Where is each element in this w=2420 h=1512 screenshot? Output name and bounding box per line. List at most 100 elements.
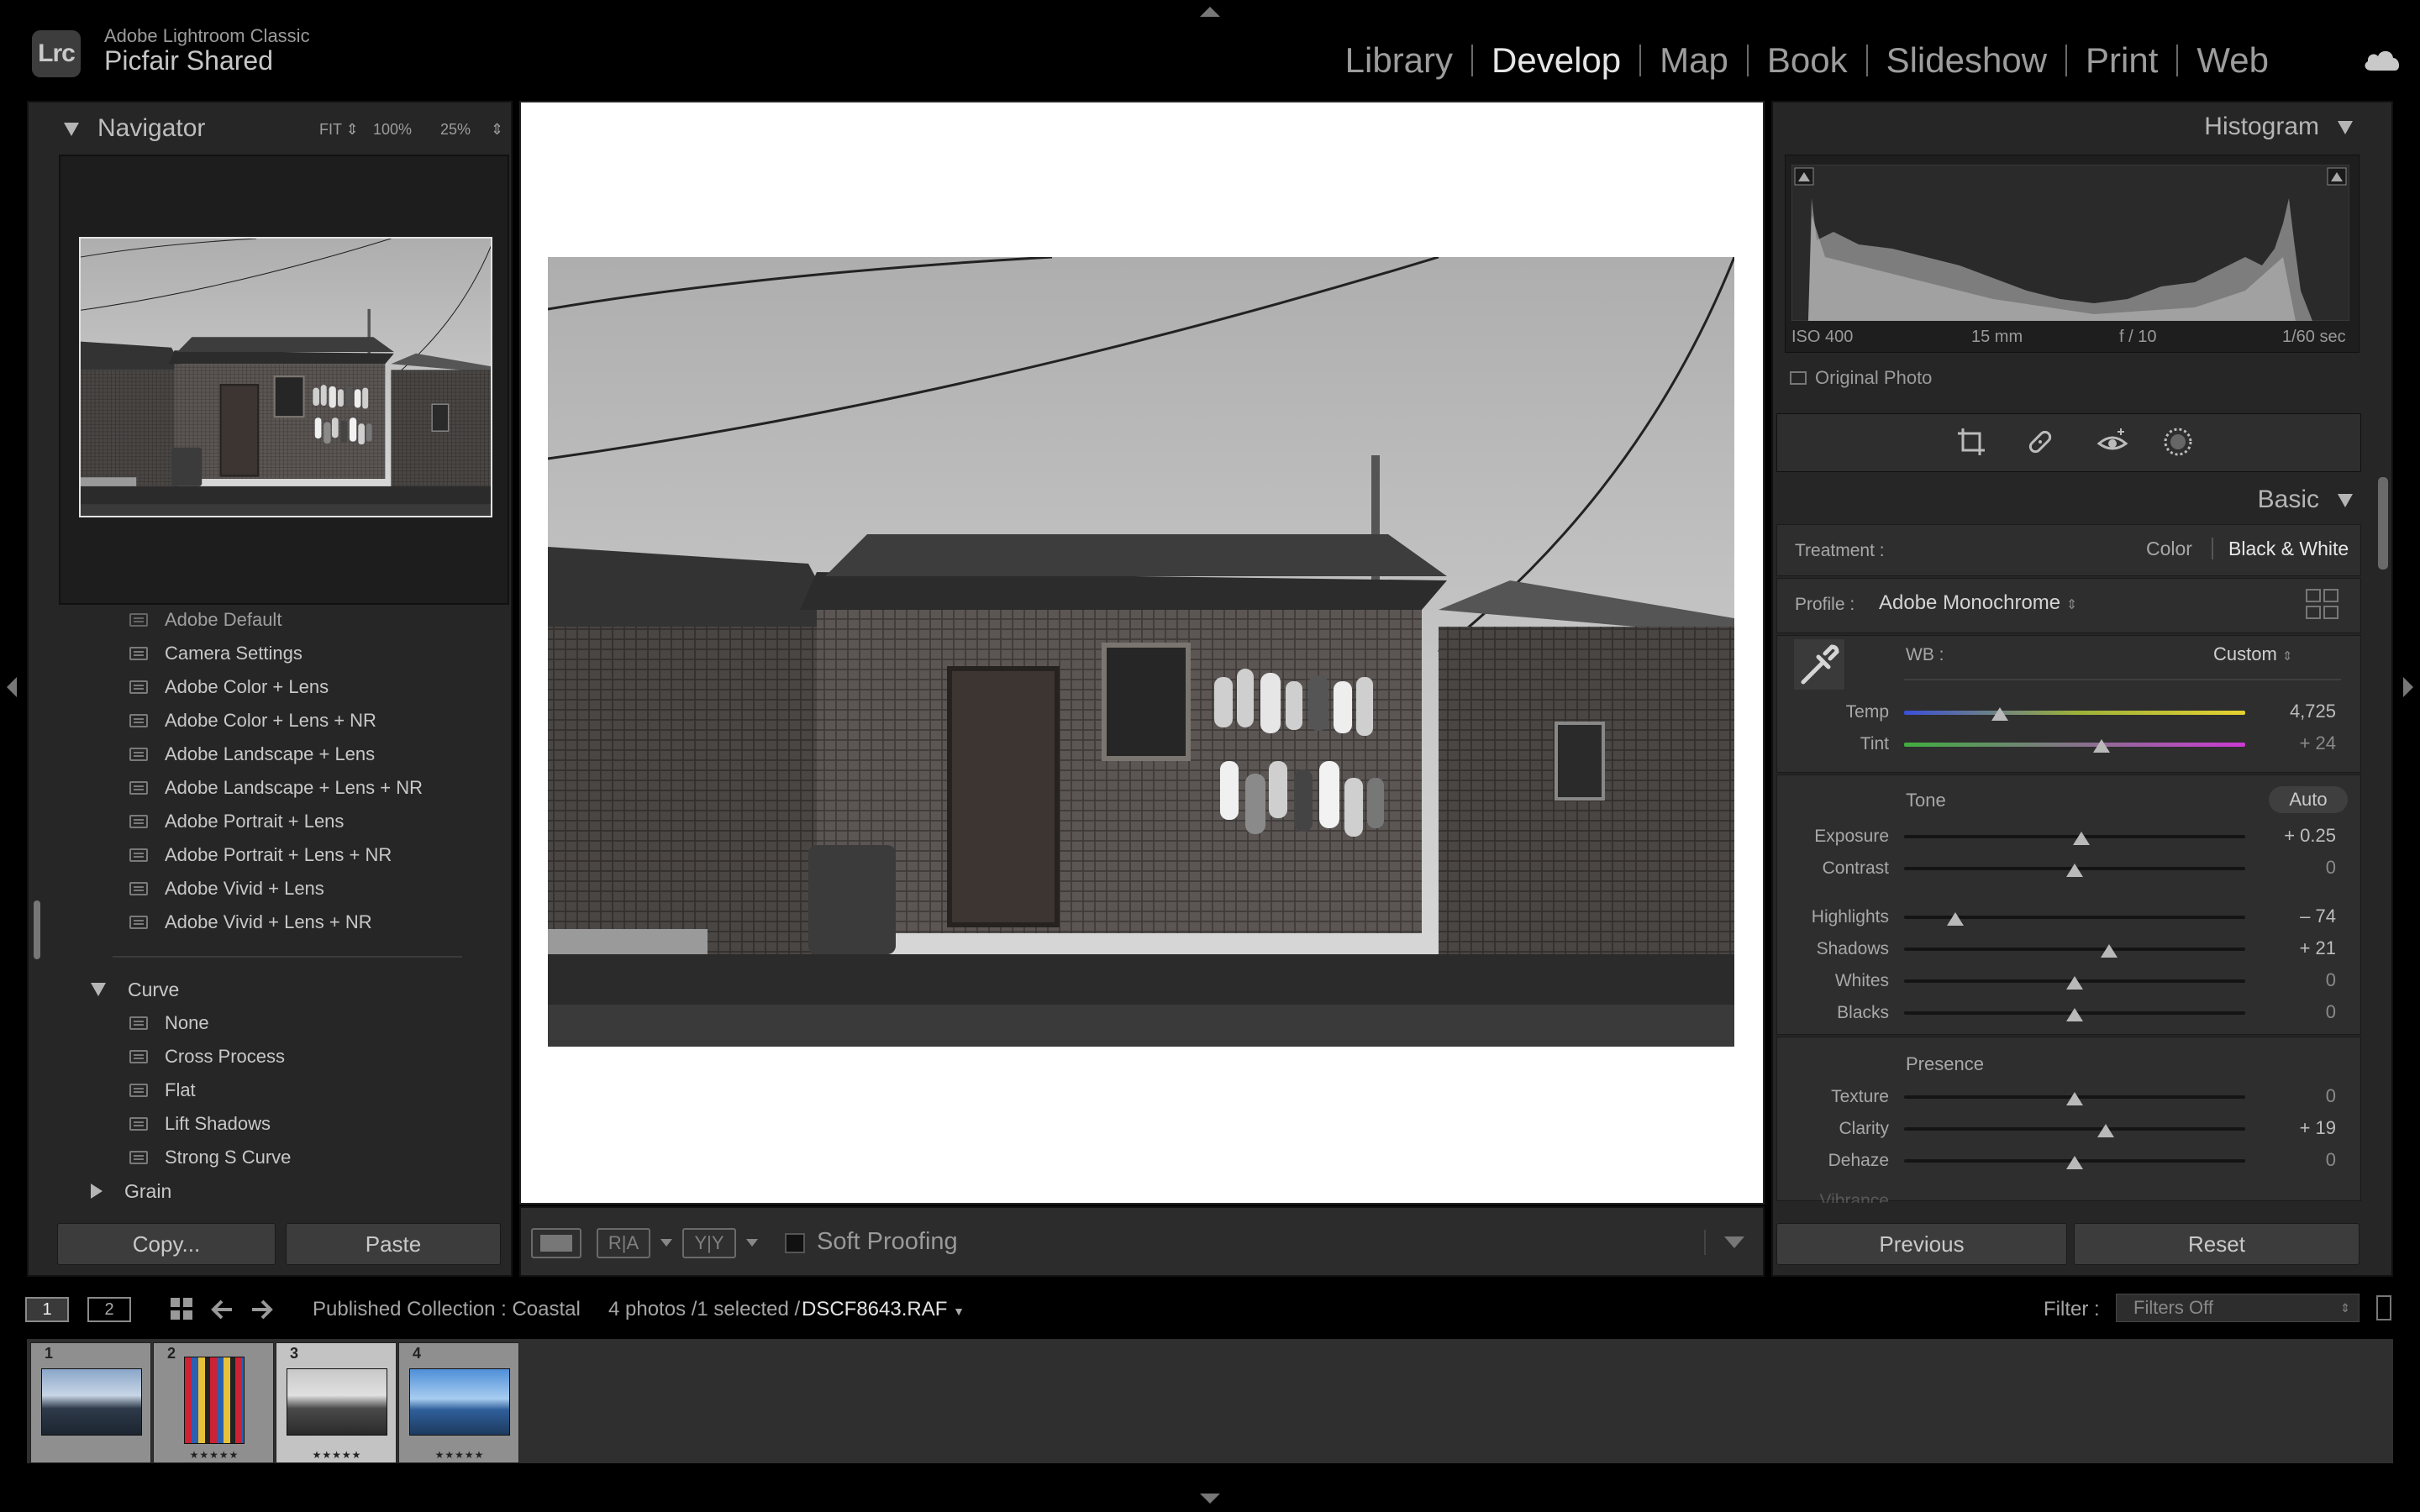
before-after-button[interactable]: R|A [597,1228,650,1258]
module-web[interactable]: Web [2196,40,2269,81]
primary-display-button[interactable]: 1 [25,1297,69,1322]
zoom-fit-option[interactable]: FIT ⇕ [319,121,359,139]
module-slideshow[interactable]: Slideshow [1886,40,2047,81]
reset-button[interactable]: Reset [2074,1223,2360,1265]
preset-item[interactable]: Strong S Curve [129,1141,291,1174]
dropdown-arrow-icon[interactable] [746,1239,758,1247]
filmstrip-rating-stars[interactable]: ★★★★★ [399,1449,520,1461]
filmstrip-cell[interactable]: 1 [30,1342,151,1463]
preset-item[interactable]: Adobe Default [129,603,281,637]
hide-left-panel-arrow-icon[interactable] [7,677,17,697]
dehaze-value[interactable]: 0 [2227,1149,2336,1171]
contrast-value[interactable]: 0 [2227,857,2336,879]
temp-slider-thumb[interactable] [1991,707,2008,721]
clarity-value[interactable]: + 19 [2227,1117,2336,1139]
filmstrip-thumbnail[interactable] [409,1368,510,1436]
highlights-value[interactable]: – 74 [2227,906,2336,927]
clarity-slider-track[interactable] [1904,1127,2245,1131]
loupe-view-button[interactable] [531,1228,581,1258]
blacks-value[interactable]: 0 [2227,1001,2336,1023]
tint-slider-thumb[interactable] [2093,739,2111,753]
tint-slider-track[interactable] [1904,743,2245,747]
swap-settings-button[interactable]: Y|Y [682,1228,736,1258]
filmstrip-rating-stars[interactable]: ★★★★★ [276,1449,397,1461]
treatment-bw-option[interactable]: Black & White [2228,538,2349,560]
next-photo-icon[interactable] [250,1299,274,1320]
dropdown-arrow-icon[interactable] [660,1239,672,1247]
shadows-slider-thumb[interactable] [2100,944,2118,958]
profile-browser-icon[interactable] [2306,588,2339,620]
red-eye-icon[interactable] [2096,425,2129,459]
preset-group-curve[interactable]: Curve [91,973,179,1006]
filmstrip-thumbnail[interactable] [184,1357,245,1444]
previous-photo-icon[interactable] [210,1299,234,1320]
clarity-slider-thumb[interactable] [2096,1124,2114,1137]
filmstrip-cell[interactable]: 3 ★★★★★ [276,1342,397,1463]
filter-dropdown[interactable]: Filters Off ⇕ [2116,1294,2360,1322]
exposure-value[interactable]: + 0.25 [2227,825,2336,847]
basic-panel-title[interactable]: Basic [2168,486,2319,514]
left-panel-scrollbar[interactable] [34,900,40,959]
collapse-triangle-icon[interactable] [64,123,79,136]
filmstrip-thumbnail[interactable] [287,1368,387,1436]
texture-value[interactable]: 0 [2227,1085,2336,1107]
whites-value[interactable]: 0 [2227,969,2336,991]
collection-path[interactable]: Published Collection : Coastal [313,1298,581,1321]
cloud-icon[interactable] [2361,45,2403,74]
secondary-display-button[interactable]: 2 [87,1297,131,1322]
collapse-triangle-icon[interactable] [2338,494,2353,507]
navigator-header[interactable]: Navigator FIT ⇕ 100% 25% ⇕ [29,102,511,155]
filter-lock-icon[interactable] [2376,1295,2391,1320]
module-book[interactable]: Book [1767,40,1848,81]
texture-slider-thumb[interactable] [2066,1092,2083,1105]
preset-item[interactable]: Adobe Portrait + Lens + NR [129,838,392,872]
exposure-slider-thumb[interactable] [2073,832,2091,845]
zoom-stepper-icon[interactable]: ⇕ [491,121,503,139]
preset-item[interactable]: Adobe Landscape + Lens + NR [129,771,423,805]
preset-item[interactable]: Cross Process [129,1040,285,1074]
toolbar-options-icon[interactable] [1724,1236,1744,1248]
whites-slider-thumb[interactable] [2066,976,2083,990]
treatment-color-option[interactable]: Color [2146,538,2192,560]
preset-item[interactable]: Adobe Color + Lens + NR [129,704,376,738]
dehaze-slider-thumb[interactable] [2066,1156,2083,1169]
navigator-thumbnail[interactable] [79,237,492,517]
wb-eyedropper-icon[interactable] [1793,638,1845,690]
preset-item[interactable]: Adobe Color + Lens [129,670,329,704]
hide-right-panel-arrow-icon[interactable] [2403,677,2413,697]
temp-slider-track[interactable] [1904,711,2245,715]
module-library[interactable]: Library [1345,40,1453,81]
crop-icon[interactable] [1954,425,1988,459]
temp-value[interactable]: 4,725 [2227,701,2336,722]
hide-top-panel-arrow-icon[interactable] [1200,7,1220,17]
navigator-preview[interactable] [59,155,509,605]
preset-item[interactable]: None [129,1006,209,1040]
collapse-triangle-icon[interactable] [2338,121,2353,134]
shadows-value[interactable]: + 21 [2227,937,2336,959]
soft-proofing-checkbox[interactable] [785,1233,805,1253]
previous-button[interactable]: Previous [1776,1223,2067,1265]
preset-group-grain[interactable]: Grain [91,1174,171,1208]
wb-dropdown[interactable]: Custom ⇕ [2213,643,2293,665]
right-panel-scrollbar[interactable] [2378,477,2388,570]
main-photo[interactable] [548,257,1734,1047]
original-photo-checkbox[interactable] [1790,371,1807,385]
preset-item[interactable]: Adobe Vivid + Lens + NR [129,906,372,939]
preset-item[interactable]: Adobe Portrait + Lens [129,805,344,838]
tint-value[interactable]: + 24 [2227,732,2336,754]
histogram-graph[interactable] [1791,165,2349,321]
filmstrip-thumbnail[interactable] [41,1368,142,1436]
paste-button[interactable]: Paste [286,1223,501,1265]
shadows-slider-track[interactable] [1904,948,2245,951]
contrast-slider-thumb[interactable] [2066,864,2083,877]
preset-item[interactable]: Adobe Landscape + Lens [129,738,375,771]
module-develop[interactable]: Develop [1491,40,1621,81]
zoom-25-option[interactable]: 25% [440,121,471,139]
auto-tone-button[interactable]: Auto [2269,786,2348,813]
highlights-slider-thumb[interactable] [1946,912,1964,926]
filmstrip-cell[interactable]: 2 ★★★★★ [153,1342,274,1463]
hide-filmstrip-arrow-icon[interactable] [1200,1494,1220,1504]
preset-item[interactable]: Adobe Vivid + Lens [129,872,324,906]
copy-button[interactable]: Copy... [57,1223,276,1265]
filmstrip-cell[interactable]: 4 ★★★★★ [398,1342,519,1463]
